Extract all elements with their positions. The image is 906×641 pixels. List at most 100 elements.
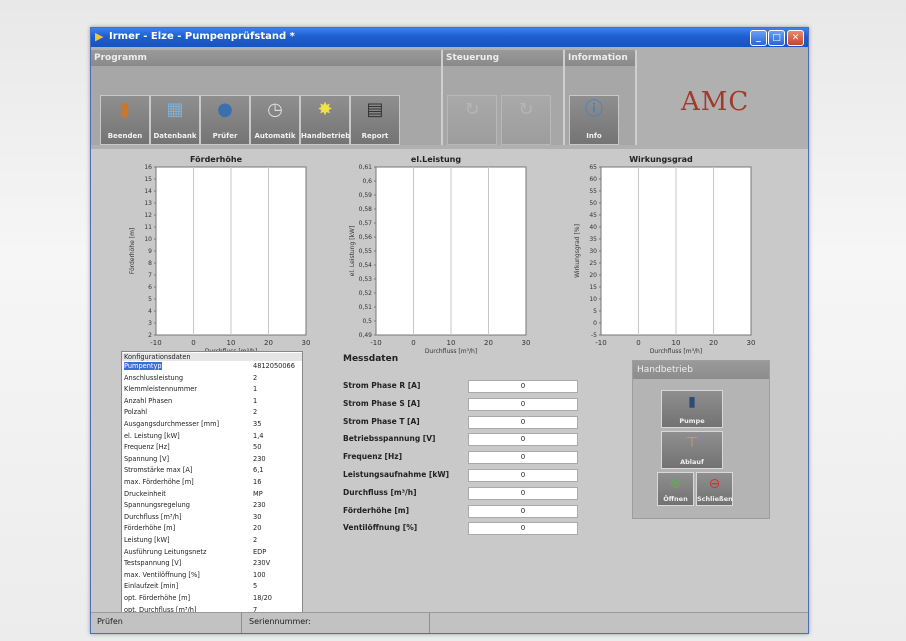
config-row[interactable]: Druckeinheit MP (122, 490, 302, 498)
config-row[interactable]: Polzahl 2 (122, 408, 302, 416)
app-window: ▶ Irmer - Elze - Pumpenprüfstand * _ □ ✕… (90, 27, 809, 634)
x-tick-label: 30 (747, 339, 756, 347)
y-tick-label: 10 (589, 296, 597, 303)
config-key: max. Förderhöhe [m] (124, 478, 252, 486)
config-key: Ausführung Leitungsnetz (124, 548, 252, 556)
config-key-text: Leistung [kW] (124, 536, 170, 544)
config-row[interactable]: Förderhöhe [m] 20 (122, 524, 302, 532)
handbetrieb-button[interactable]: ✸ Handbetrieb (300, 95, 350, 145)
config-value: EDP (253, 547, 267, 556)
pumpe-button[interactable]: ▮ Pumpe (661, 390, 723, 428)
group-steuerung-label: Steuerung (443, 50, 563, 66)
config-row[interactable]: Anschlussleistung 2 (122, 374, 302, 382)
group-information-label: Information (565, 50, 635, 66)
config-key: Anschlussleistung (124, 374, 252, 382)
automatik-button[interactable]: ◷ Automatik (250, 95, 300, 145)
y-tick-label: 30 (589, 248, 597, 255)
config-row[interactable]: Frequenz [Hz] 50 (122, 443, 302, 451)
y-tick-label: 14 (144, 188, 152, 195)
oeffnen-button[interactable]: ⊕ Öffnen (657, 472, 694, 506)
printer-icon: ▤ (366, 99, 384, 120)
config-value: 6,1 (253, 466, 264, 475)
messdaten-value-field: 0 (468, 504, 578, 518)
clock-icon: ◷ (267, 99, 283, 120)
config-value: 16 (253, 478, 262, 486)
config-row[interactable]: Ausgangsdurchmesser [mm] 35 (122, 420, 302, 428)
title-bar: ▶ Irmer - Elze - Pumpenprüfstand * _ □ ✕ (91, 28, 808, 47)
x-tick-label: 30 (302, 339, 311, 347)
messdaten-title: Messdaten (343, 354, 399, 364)
config-row[interactable]: Stromstärke max [A] 6,1 (122, 466, 302, 474)
pruefer-button[interactable]: ● Prüfer (200, 95, 250, 145)
y-tick-label: 0,5 (362, 318, 372, 325)
info-button[interactable]: ⓘ Info (569, 95, 619, 145)
config-key: Einlaufzeit [min] (124, 582, 252, 590)
y-tick-label: 11 (144, 224, 152, 231)
steuerung-button-2[interactable]: ↻ (501, 95, 551, 145)
config-row[interactable]: max. Ventilöffnung [%] 100 (122, 571, 302, 579)
messdaten-value-field: 0 (468, 397, 578, 411)
config-row[interactable]: Ausführung Leitungsnetz EDP (122, 548, 302, 556)
schliessen-button[interactable]: ⊖ Schließen (696, 472, 733, 506)
close-button[interactable]: ✕ (787, 30, 804, 46)
messdaten-row: Strom Phase R [A] 0 (343, 380, 663, 393)
steuerung-button-1[interactable]: ↻ (447, 95, 497, 145)
datenbank-button[interactable]: ▦ Datenbank (150, 95, 200, 145)
y-tick-label: 0,57 (359, 220, 373, 227)
ablauf-button[interactable]: ⊤ Ablauf (661, 431, 723, 469)
maximize-button[interactable]: □ (768, 30, 785, 46)
config-row[interactable]: Testspannung [V] 230V (122, 559, 302, 567)
minus-circle-icon: ⊖ (708, 476, 721, 492)
beenden-button[interactable]: ▮ Beenden (100, 95, 150, 145)
config-row[interactable]: opt. Förderhöhe [m] 18/20 (122, 594, 302, 602)
config-key-text: Klemmleistennummer (124, 385, 198, 394)
config-key: Anzahl Phasen (124, 397, 252, 405)
config-key: Polzahl (124, 408, 252, 416)
config-row[interactable]: Einlaufzeit [min] 5 (122, 582, 302, 590)
refresh-icon: ↻ (518, 99, 534, 120)
x-tick-label: 20 (264, 339, 273, 347)
y-tick-label: 55 (589, 188, 597, 195)
minimize-button[interactable]: _ (750, 30, 767, 46)
y-tick-label: 60 (589, 176, 597, 183)
config-row[interactable]: Spannungsregelung 230 (122, 501, 302, 509)
config-value: 50 (253, 443, 262, 452)
pump-icon: ▮ (688, 394, 696, 410)
door-icon: ▮ (120, 99, 130, 120)
y-axis-label: Wirkungsgrad [%] (574, 224, 581, 278)
config-row[interactable]: Pumpentyp 4812050066 (122, 362, 302, 370)
y-tick-label: 6 (148, 284, 152, 291)
config-row[interactable]: Anzahl Phasen 1 (122, 397, 302, 405)
chart-wirkungsgrad: Wirkungsgrad -10 0 10 20 30 65 60 55 50 45 40 35 30 2… (556, 155, 766, 375)
config-key: Druckeinheit (124, 490, 252, 498)
config-row[interactable]: Klemmleistennummer 1 (122, 385, 302, 393)
messdaten-label: Betriebsspannung [V] (343, 434, 436, 444)
config-row[interactable]: Leistung [kW] 2 (122, 536, 302, 544)
x-tick-label: -10 (150, 339, 161, 347)
y-tick-label: 10 (144, 236, 152, 243)
config-value: MP (253, 489, 263, 498)
config-row[interactable]: max. Förderhöhe [m] 16 (122, 478, 302, 486)
handbetrieb-label: Handbetrieb (301, 132, 351, 140)
config-value: 2 (253, 408, 258, 417)
config-row[interactable]: Durchfluss [m³/h] 30 (122, 513, 302, 521)
config-key-text: Spannung [V] (124, 454, 170, 463)
config-key: Spannung [V] (124, 455, 252, 463)
messdaten-label: Strom Phase S [A] (343, 398, 420, 408)
report-button[interactable]: ▤ Report (350, 95, 400, 145)
config-key-text: Anschlussleistung (124, 373, 184, 382)
y-tick-label: 12 (144, 212, 152, 219)
y-tick-label: 0,56 (359, 234, 373, 241)
config-row[interactable]: el. Leistung [kW] 1,4 (122, 432, 302, 440)
y-tick-label: -5 (591, 332, 597, 339)
config-table: Konfigurationsdaten Pumpentyp 4812050066 A… (121, 351, 303, 621)
beenden-label: Beenden (107, 132, 143, 140)
config-value: 1 (253, 396, 258, 405)
y-tick-label: 15 (589, 284, 597, 291)
config-key-text: Anzahl Phasen (124, 396, 173, 405)
config-row[interactable]: Spannung [V] 230 (122, 455, 302, 463)
config-value: 18/20 (253, 594, 273, 602)
config-header: Konfigurationsdaten (124, 353, 191, 361)
refresh-icon: ↻ (464, 99, 480, 120)
y-tick-label: 3 (148, 320, 152, 327)
